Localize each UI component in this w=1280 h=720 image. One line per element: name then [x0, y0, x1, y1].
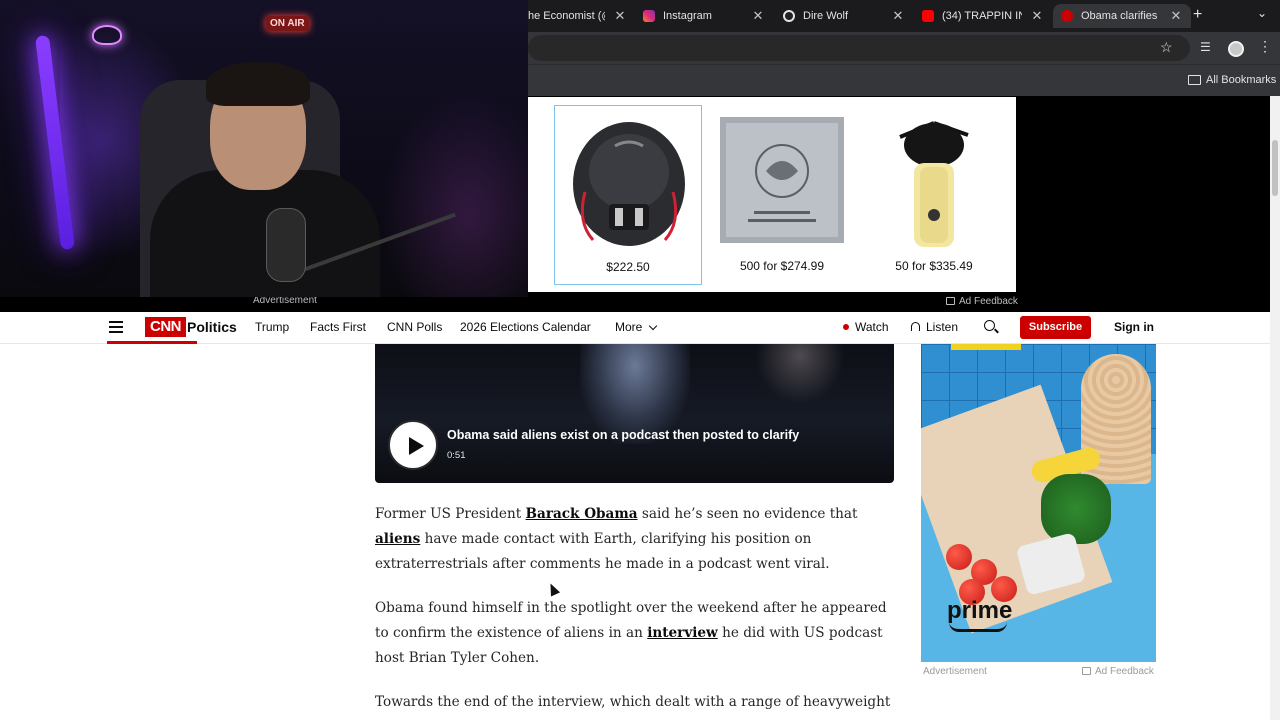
- paragraph-text: have made contact with Earth, clarifying…: [375, 531, 830, 572]
- close-icon[interactable]: ✕: [1030, 8, 1044, 24]
- ad-feedback-link[interactable]: Ad Feedback: [1082, 666, 1154, 677]
- watch-label: Watch: [855, 320, 889, 334]
- headphones-icon: [911, 322, 920, 331]
- article-paragraph: Obama found himself in the spotlight ove…: [375, 596, 894, 671]
- tab-instagram[interactable]: Instagram ✕: [635, 4, 773, 28]
- tab-cnn-active[interactable]: Obama clarifies al... ✕: [1053, 4, 1191, 28]
- watch-button[interactable]: Watch: [843, 320, 889, 334]
- ad-feedback-label: Ad Feedback: [959, 296, 1018, 307]
- subscribe-button[interactable]: Subscribe: [1020, 316, 1091, 339]
- mouse-cursor-icon: [545, 581, 561, 597]
- ad-product-card[interactable]: 50 for $335.49: [860, 105, 1008, 285]
- on-air-sign: ON AIR: [266, 16, 309, 31]
- tab-title: Instagram: [663, 10, 712, 22]
- threads-icon: [783, 10, 795, 22]
- tab-title: (34) TRAPPIN IN ...: [942, 10, 1022, 22]
- nav-link-facts-first[interactable]: Facts First: [310, 320, 366, 334]
- more-label: More: [615, 320, 643, 334]
- play-button[interactable]: [388, 420, 438, 470]
- cnn-icon: [1061, 10, 1073, 22]
- listen-label: Listen: [926, 320, 959, 334]
- live-dot-icon: [843, 324, 849, 330]
- link-interview[interactable]: interview: [647, 625, 718, 641]
- paragraph-text: Former US President: [375, 506, 526, 522]
- sachet-image: [720, 117, 844, 243]
- streamer-webcam-overlay: ON AIR: [0, 0, 528, 297]
- tab-dire-wolf[interactable]: Dire Wolf ✕: [775, 4, 913, 28]
- tab-youtube[interactable]: (34) TRAPPIN IN ... ✕: [914, 4, 1052, 28]
- feedback-icon: [946, 297, 955, 305]
- bookmark-star-icon[interactable]: ☆: [1160, 39, 1173, 56]
- link-barack-obama[interactable]: Barack Obama: [526, 506, 638, 522]
- cnn-nav-bar: CNN Politics Trump Facts First CNN Polls…: [0, 312, 1270, 344]
- product-price: 500 for $274.99: [739, 259, 825, 273]
- close-icon[interactable]: ✕: [751, 8, 765, 24]
- more-menu-icon[interactable]: ⋮: [1258, 38, 1272, 55]
- section-underline: [107, 341, 197, 344]
- profile-avatar[interactable]: [1228, 41, 1244, 57]
- ad-product-card[interactable]: 500 for $274.99: [708, 105, 856, 285]
- article-paragraph: Former US President Barack Obama said he…: [375, 502, 894, 577]
- tab-economist[interactable]: he Economist (@... ✕: [520, 4, 635, 28]
- article-paragraph: Towards the end of the interview, which …: [375, 694, 891, 710]
- ad-feedback-link[interactable]: Ad Feedback: [946, 296, 1018, 307]
- video-player[interactable]: Obama said aliens exist on a podcast the…: [375, 344, 894, 483]
- scrollbar-thumb[interactable]: [1272, 140, 1278, 196]
- product-price: 50 for $335.49: [895, 259, 973, 273]
- youtube-icon: [922, 10, 934, 22]
- microphone-icon: [266, 208, 306, 282]
- close-icon[interactable]: ✕: [891, 8, 905, 24]
- nav-link-elections-calendar[interactable]: 2026 Elections Calendar: [460, 320, 591, 334]
- ad-feedback-label: Ad Feedback: [1095, 666, 1154, 677]
- feather-bottle-image: [899, 121, 969, 247]
- close-icon[interactable]: ✕: [613, 8, 627, 24]
- sign-in-link[interactable]: Sign in: [1114, 320, 1154, 334]
- tab-title: he Economist (@...: [528, 10, 605, 22]
- paragraph-text: said he’s seen no evidence that: [637, 506, 858, 522]
- ambient-light: [380, 90, 528, 297]
- page-scrollbar[interactable]: [1270, 96, 1280, 720]
- listen-button[interactable]: Listen: [911, 320, 958, 334]
- video-duration: 0:51: [447, 450, 466, 461]
- ad-top-strip: [951, 344, 1021, 350]
- amazon-smile-icon: [949, 622, 1007, 632]
- prime-ad[interactable]: prime: [921, 344, 1156, 662]
- cnn-logo[interactable]: CNN: [145, 317, 186, 337]
- nav-more-dropdown[interactable]: More: [615, 320, 658, 334]
- prime-logo: prime: [947, 597, 1013, 624]
- chevron-down-icon: [649, 321, 658, 331]
- section-politics[interactable]: Politics: [187, 319, 237, 335]
- instagram-icon: [643, 10, 655, 22]
- close-icon[interactable]: ✕: [1169, 8, 1183, 24]
- backpack-image: [573, 122, 685, 246]
- video-title: Obama said aliens exist on a podcast the…: [447, 428, 800, 442]
- feedback-icon: [1082, 667, 1091, 675]
- hamburger-menu-icon[interactable]: [109, 321, 123, 333]
- search-icon[interactable]: [984, 320, 995, 331]
- tomato: [946, 544, 972, 570]
- ad-product-card[interactable]: $222.50: [554, 105, 702, 285]
- advertisement-label: Advertisement: [923, 666, 987, 677]
- new-tab-button[interactable]: +: [1193, 6, 1202, 24]
- address-bar[interactable]: [528, 35, 1190, 61]
- product-price: $222.50: [606, 260, 650, 274]
- tab-search-icon[interactable]: ⌄: [1257, 6, 1267, 20]
- nav-link-cnn-polls[interactable]: CNN Polls: [387, 320, 442, 334]
- person-hair: [206, 62, 310, 106]
- link-aliens[interactable]: aliens: [375, 531, 420, 547]
- leafy-greens: [1041, 474, 1111, 544]
- ufo-neon-sign-icon: [92, 25, 122, 45]
- nav-link-trump[interactable]: Trump: [255, 320, 289, 334]
- tab-title: Obama clarifies al...: [1081, 10, 1161, 22]
- product-ad-panel: $222.50 500 for $274.99 50 for $335.49: [528, 97, 1016, 292]
- all-bookmarks-link[interactable]: All Bookmarks: [1206, 74, 1276, 86]
- folder-icon: [1188, 75, 1201, 85]
- video-thumbnail-figure: [755, 344, 845, 404]
- reading-list-icon[interactable]: ☰: [1200, 40, 1211, 54]
- tab-title: Dire Wolf: [803, 10, 849, 22]
